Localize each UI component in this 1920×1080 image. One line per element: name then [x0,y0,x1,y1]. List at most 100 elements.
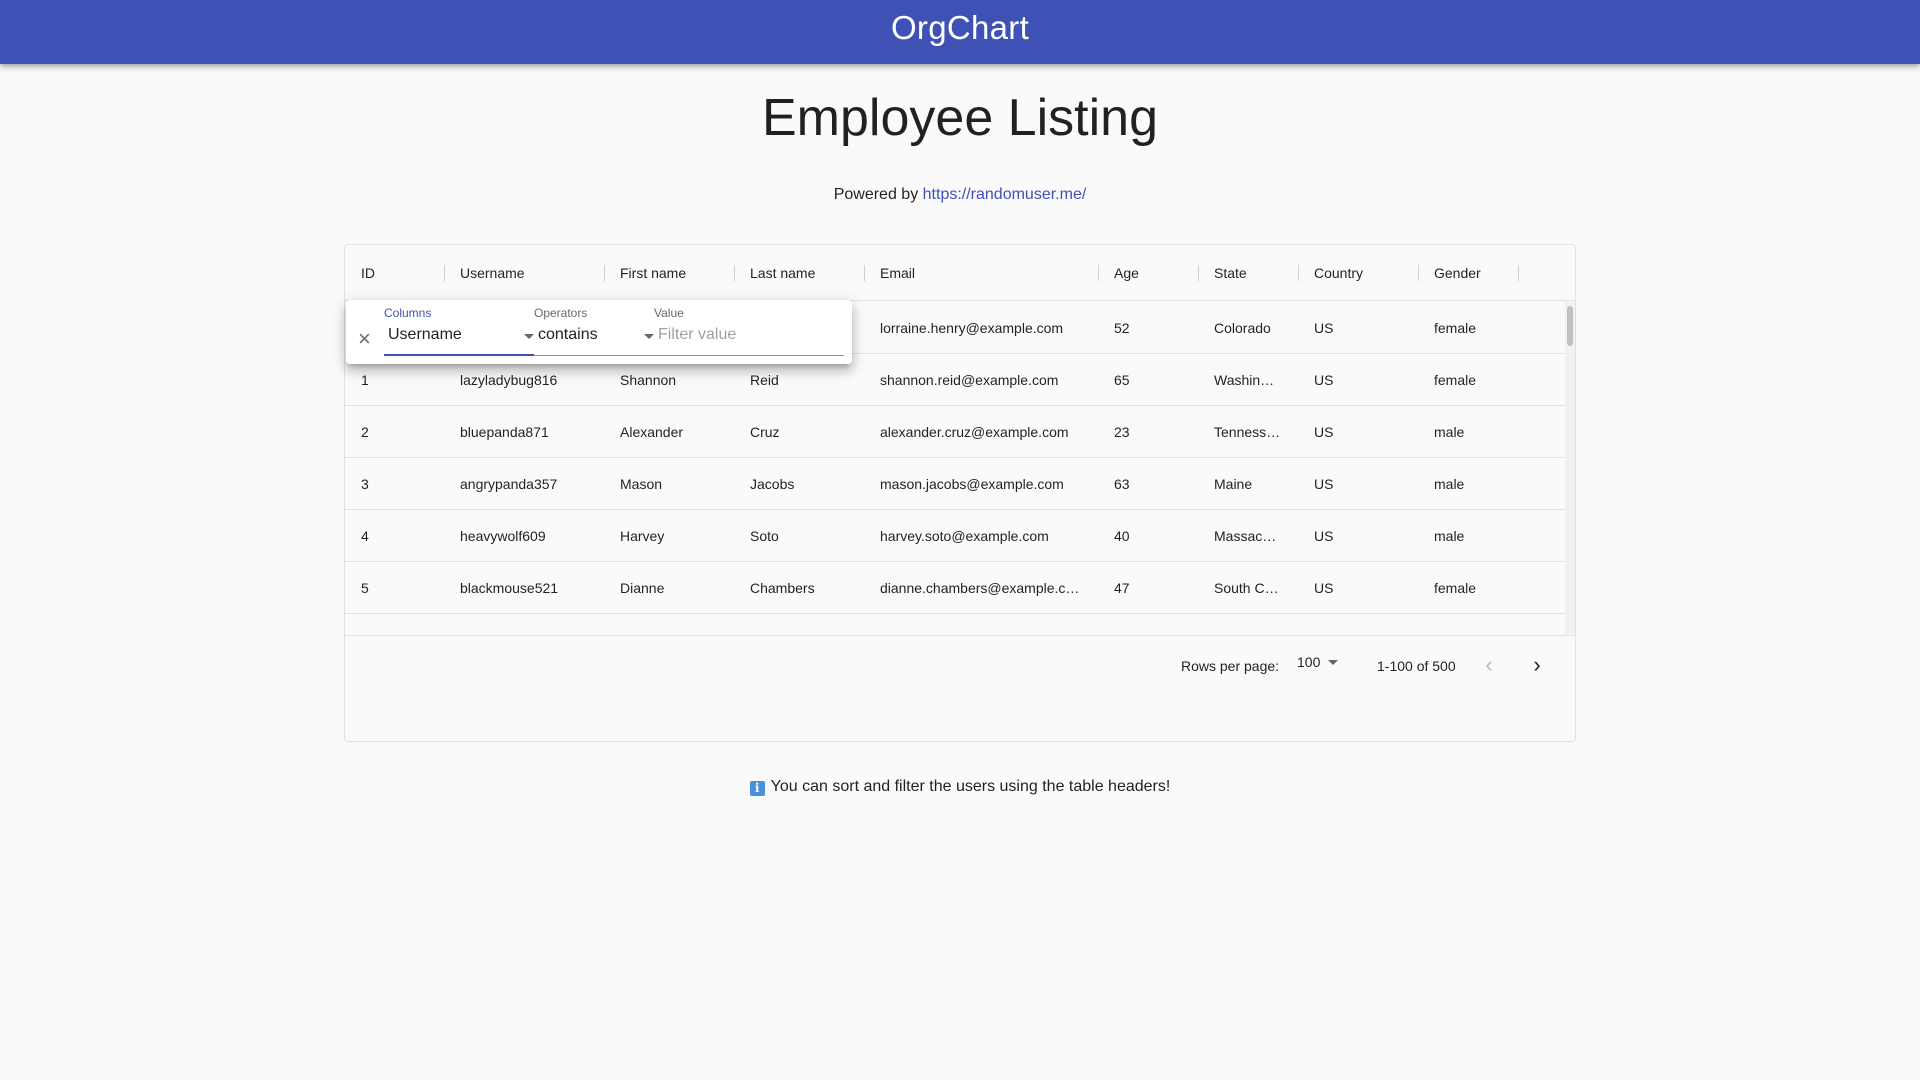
filter-value-field[interactable]: Value Filter value [654,306,844,358]
cell-state[interactable]: South C… [1198,562,1298,613]
column-header-email[interactable]: Email [864,245,1098,301]
column-header-age[interactable]: Age [1098,245,1198,301]
cell-username[interactable]: bluepanda871 [444,406,604,457]
cell-last-name[interactable]: Soto [734,510,864,561]
cell-text: harvey.soto@example.com [880,527,1049,544]
cell-first-name[interactable]: Harvey [604,510,734,561]
cell-id[interactable]: 4 [345,510,444,561]
cell-text: Chambers [750,579,815,596]
cell-email[interactable]: dianne.chambers@example.c… [864,562,1098,613]
vertical-scrollbar[interactable] [1565,302,1575,634]
column-header-country[interactable]: Country [1298,245,1418,301]
table-row[interactable]: 5 blackmouse521 Dianne Chambers dianne.chamb… [345,562,1565,614]
table-row[interactable]: 4 heavywolf609 Harvey Soto harvey.soto@examp… [345,510,1565,562]
cell-email[interactable]: mason.jacobs@example.com [864,458,1098,509]
cell-country[interactable]: US [1298,302,1418,353]
cell-country[interactable]: US [1298,458,1418,509]
cell-gender[interactable]: male [1418,458,1518,509]
cell-age[interactable]: 65 [1098,354,1198,405]
cell-country[interactable]: US [1298,510,1418,561]
column-header-gender[interactable]: Gender [1418,245,1518,301]
cell-first-name[interactable]: Dianne [604,562,734,613]
rows-per-page-select[interactable]: 100 [1297,654,1339,670]
table-row[interactable]: 2 bluepanda871 Alexander Cruz alexander.cruz… [345,406,1565,458]
cell-state[interactable]: Washin… [1198,354,1298,405]
cell-id[interactable]: 6 [345,614,444,635]
cell-first-name[interactable]: Mason [604,458,734,509]
cell-age[interactable]: 23 [1098,406,1198,457]
cell-country[interactable]: US [1298,406,1418,457]
cell-id[interactable]: 5 [345,562,444,613]
cell-gender[interactable]: male [1418,406,1518,457]
cell-age[interactable]: 40 [1098,510,1198,561]
cell-gender[interactable]: male [1418,614,1518,635]
rows-per-page-value: 100 [1297,654,1321,670]
cell-text: US [1314,475,1334,492]
column-separator[interactable] [1518,265,1519,281]
cell-text: Minnesota [1214,632,1279,635]
cell-id[interactable]: 2 [345,406,444,457]
cell-email[interactable]: shannon.reid@example.com [864,354,1098,405]
cell-username[interactable]: angrypanda357 [444,458,604,509]
randomuser-link[interactable]: https://randomuser.me/ [923,186,1087,203]
cell-last-name[interactable]: Cruz [734,406,864,457]
cell-state[interactable]: Massac… [1198,510,1298,561]
cell-text: mason.jacobs@example.com [880,475,1064,492]
cell-last-name[interactable]: Chambers [734,562,864,613]
cell-text: female [1434,579,1477,596]
cell-age[interactable]: 40 [1098,614,1198,635]
columns-select[interactable]: Columns Username [384,306,534,358]
cell-state[interactable]: Minnesota [1198,614,1298,635]
cell-first-name[interactable]: Alexander [604,406,734,457]
cell-email[interactable]: lorraine.henry@example.com [864,302,1098,353]
previous-page-button[interactable]: ‹ [1473,649,1505,681]
column-header-id[interactable]: ID [345,245,444,301]
column-header-first-name[interactable]: First name [604,245,734,301]
cell-email[interactable]: ted.henry@example.com [864,614,1098,635]
cell-state[interactable]: Maine [1198,458,1298,509]
powered-by-label: Powered by [833,186,919,203]
table-row[interactable]: 3 angrypanda357 Mason Jacobs mason.jacobs@ex… [345,458,1565,510]
cell-gender[interactable]: female [1418,302,1518,353]
column-header-state[interactable]: State [1198,245,1298,301]
cell-text: US [1314,319,1334,336]
cell-state[interactable]: Colorado [1198,302,1298,353]
filter-value-input[interactable]: Filter value [658,326,736,344]
column-header-last-name[interactable]: Last name [734,245,864,301]
cell-email[interactable]: harvey.soto@example.com [864,510,1098,561]
table-row[interactable]: 6 purplegoose380 Ted Henry ted.henry@example… [345,614,1565,635]
cell-country[interactable]: US [1298,562,1418,613]
next-page-button[interactable]: › [1521,649,1553,681]
cell-text: angrypanda357 [460,475,558,492]
hint-message: You can sort and filter the users using … [770,778,1171,795]
cell-username[interactable]: purplegoose380 [444,614,604,635]
grid-footer: Rows per page: 100 1-100 of 500 ‹ › [345,635,1575,741]
cell-state[interactable]: Tenness… [1198,406,1298,457]
cell-id[interactable]: 3 [345,458,444,509]
column-header-username[interactable]: Username [444,245,604,301]
hint-text: i You can sort and filter the users using… [0,778,1920,796]
cell-country[interactable]: US [1298,354,1418,405]
cell-text: Harvey [620,527,665,544]
cell-text: Ted [620,632,643,635]
cell-age[interactable]: 47 [1098,562,1198,613]
cell-username[interactable]: heavywolf609 [444,510,604,561]
cell-gender[interactable]: female [1418,354,1518,405]
cell-text: Maine [1214,475,1253,492]
cell-last-name[interactable]: Jacobs [734,458,864,509]
close-icon[interactable]: × [358,328,371,350]
cell-text: bluepanda871 [460,423,549,440]
cell-username[interactable]: blackmouse521 [444,562,604,613]
cell-first-name[interactable]: Ted [604,614,734,635]
cell-last-name[interactable]: Henry [734,614,864,635]
cell-email[interactable]: alexander.cruz@example.com [864,406,1098,457]
cell-age[interactable]: 52 [1098,302,1198,353]
cell-text: Washin… [1214,371,1275,388]
cell-country[interactable]: US [1298,614,1418,635]
cell-gender[interactable]: female [1418,562,1518,613]
operators-select[interactable]: Operators contains [534,306,654,358]
cell-text: 23 [1114,423,1130,440]
scrollbar-thumb[interactable] [1567,306,1573,346]
cell-age[interactable]: 63 [1098,458,1198,509]
cell-gender[interactable]: male [1418,510,1518,561]
